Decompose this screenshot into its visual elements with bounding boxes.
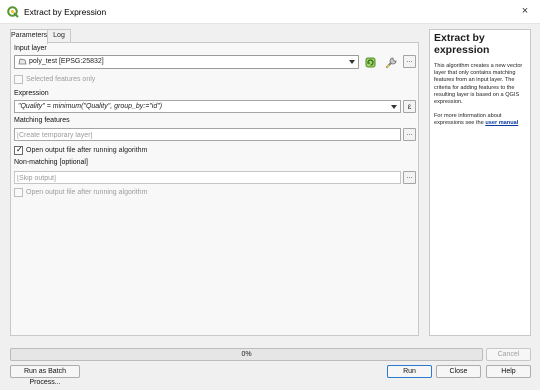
open-output2-checkbox[interactable] bbox=[14, 188, 23, 197]
expression-field[interactable]: "Quality" = minimum("Quality", group_by:… bbox=[14, 100, 401, 113]
title-bar: Extract by Expression × bbox=[0, 0, 540, 24]
open-output-checkbox[interactable]: ✓ bbox=[14, 145, 23, 155]
close-button[interactable]: Close bbox=[436, 365, 481, 378]
matching-output-field[interactable] bbox=[14, 128, 401, 141]
batch-process-button[interactable]: Run as Batch Process... bbox=[10, 365, 80, 386]
run-button[interactable]: Run bbox=[387, 365, 432, 378]
help-button[interactable]: Help bbox=[486, 365, 531, 378]
qgis-logo-icon bbox=[7, 6, 19, 18]
tab-parameters[interactable]: Parameters bbox=[10, 29, 48, 44]
open-output-label: Open output file after running algorithm bbox=[26, 147, 148, 154]
expression-icon[interactable]: ε bbox=[403, 100, 416, 113]
help-panel: Extract by expression This algorithm cre… bbox=[429, 29, 531, 336]
cancel-button[interactable]: Cancel bbox=[486, 348, 531, 361]
tab-log[interactable]: Log bbox=[47, 29, 71, 43]
input-layer-combo[interactable]: poly_test [EPSG:25832] bbox=[14, 55, 359, 69]
matching-output-input[interactable] bbox=[17, 130, 383, 140]
checkmark-icon: ✓ bbox=[16, 145, 23, 154]
chevron-down-icon bbox=[391, 105, 397, 109]
expression-label: Expression bbox=[14, 90, 49, 97]
window-title: Extract by Expression bbox=[24, 7, 107, 17]
polygon-layer-icon bbox=[18, 58, 27, 65]
nonmatching-output-input[interactable] bbox=[17, 173, 383, 183]
selected-only-label: Selected features only bbox=[26, 76, 96, 83]
help-more: For more information about expressions s… bbox=[434, 113, 530, 127]
input-layer-browse-button[interactable]: ... bbox=[403, 55, 416, 68]
wrench-icon[interactable] bbox=[384, 55, 399, 70]
input-layer-value: poly_test [EPSG:25832] bbox=[29, 58, 104, 65]
help-body: This algorithm creates a new vector laye… bbox=[434, 63, 523, 106]
nonmatching-label: Non-matching [optional] bbox=[14, 159, 88, 166]
progress-text: 0% bbox=[241, 351, 252, 358]
expression-value: "Quality" = minimum("Quality", group_by:… bbox=[18, 103, 163, 110]
help-title: Extract by expression bbox=[434, 32, 490, 56]
progress-bar: 0% bbox=[10, 348, 483, 361]
close-icon[interactable]: × bbox=[518, 4, 532, 18]
nonmatching-output-field[interactable] bbox=[14, 171, 401, 184]
user-manual-link[interactable]: user manual bbox=[485, 120, 518, 126]
matching-label: Matching features bbox=[14, 117, 70, 124]
chevron-down-icon bbox=[349, 60, 355, 64]
parameters-panel: Input layer poly_test [EPSG:25832] ... S… bbox=[10, 42, 419, 336]
input-layer-label: Input layer bbox=[14, 45, 47, 52]
open-output2-label: Open output file after running algorithm bbox=[26, 189, 148, 196]
iterate-icon[interactable] bbox=[363, 55, 378, 70]
nonmatching-browse-button[interactable]: ... bbox=[403, 171, 416, 184]
selected-only-checkbox[interactable] bbox=[14, 75, 23, 84]
matching-browse-button[interactable]: ... bbox=[403, 128, 416, 141]
